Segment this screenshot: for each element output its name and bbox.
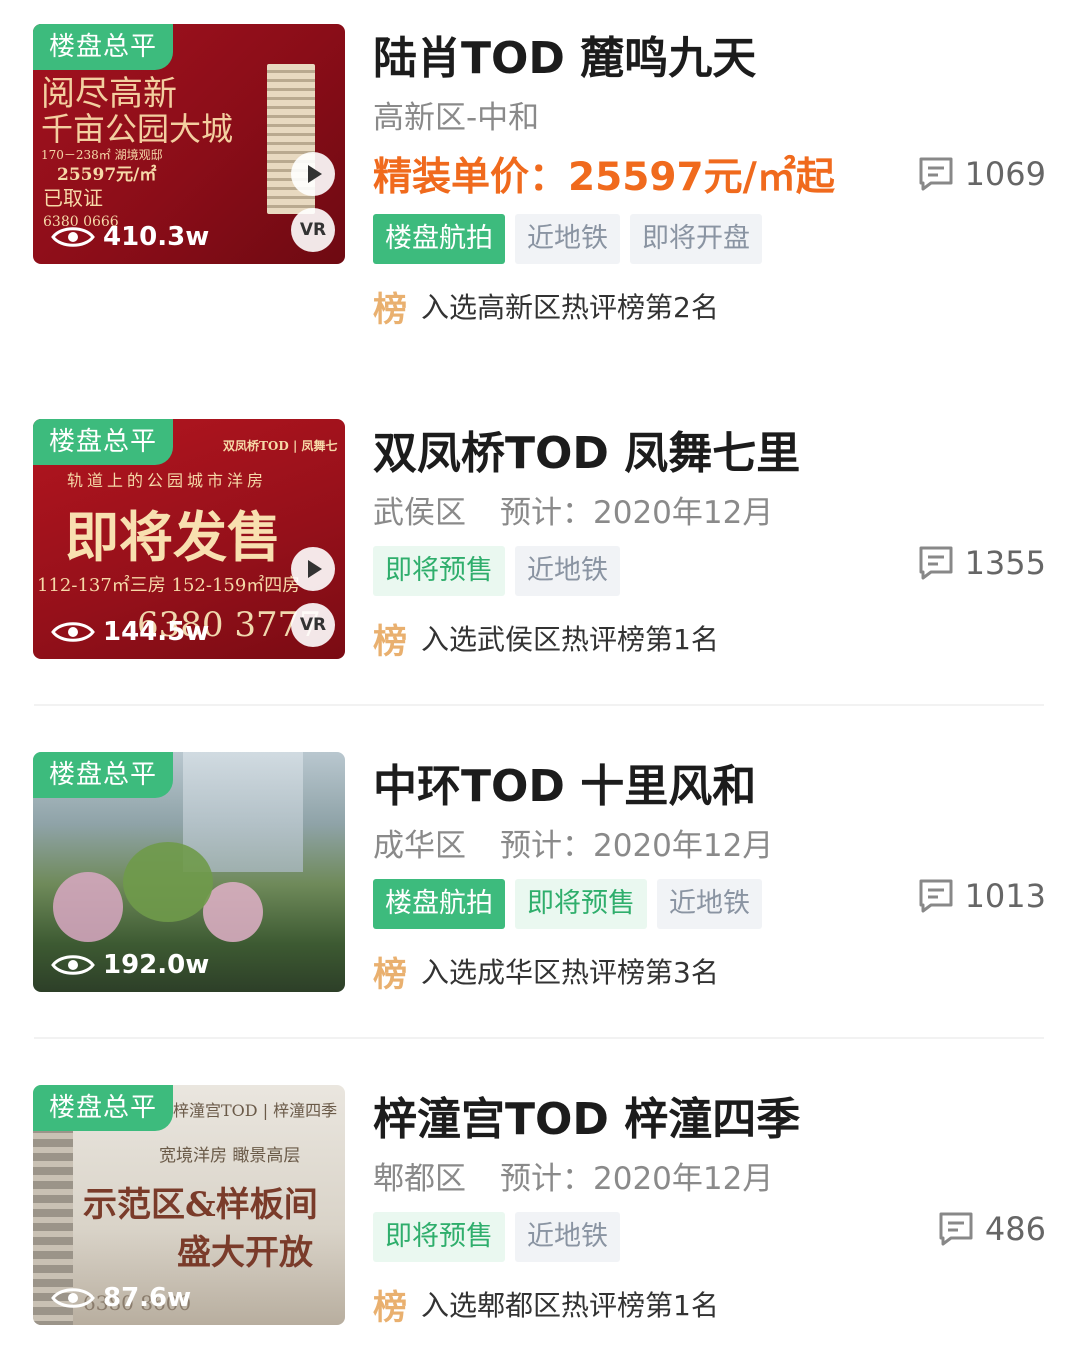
poster-text: 千亩公园大城 <box>41 110 234 148</box>
vr-icon[interactable]: VR <box>291 208 335 252</box>
eye-icon <box>51 619 95 645</box>
poster-text: 宽境洋房 瞰景高层 <box>159 1146 301 1166</box>
district-text: 武侯区 <box>373 495 466 531</box>
comment-icon <box>917 544 955 582</box>
poster-text: 轨道上的公园城市洋房 <box>67 471 268 490</box>
tag[interactable]: 即将开盘 <box>630 214 762 264</box>
district-text: 郫都区 <box>373 1161 466 1197</box>
view-count-value: 144.5w <box>103 617 210 647</box>
ranking-icon: 榜 <box>373 289 407 330</box>
listing-title[interactable]: 中环TOD 十里风和 <box>373 750 756 814</box>
view-count-value: 87.6w <box>103 1283 192 1313</box>
poster-text: 112-137㎡三房 152-159㎡四房 <box>37 575 301 596</box>
comment-count-value: 1013 <box>964 877 1046 915</box>
tag-list: 楼盘航拍 即将预售 近地铁 <box>373 879 772 929</box>
tag[interactable]: 楼盘航拍 <box>373 879 505 929</box>
vr-icon[interactable]: VR <box>291 603 335 647</box>
eye-icon <box>51 1285 95 1311</box>
play-icon[interactable] <box>291 547 335 591</box>
listing-badge: 楼盘总平 <box>33 1085 173 1131</box>
poster-text: 梓潼宫TOD | 梓潼四季 <box>173 1101 338 1120</box>
district-text: 高新区-中和 <box>373 100 540 136</box>
ranking-icon: 榜 <box>373 954 407 995</box>
view-count: 410.3w <box>51 222 209 252</box>
comment-count-value: 1355 <box>964 544 1046 582</box>
tag[interactable]: 近地铁 <box>515 546 620 596</box>
listing-district: 武侯区 预计：2020年12月 <box>373 487 773 532</box>
estimate-text: 预计：2020年12月 <box>500 495 774 531</box>
eye-icon <box>51 224 95 250</box>
district-text: 成华区 <box>373 828 466 864</box>
tag[interactable]: 即将预售 <box>373 1212 505 1262</box>
poster-text: 示范区&样板间 <box>83 1185 318 1225</box>
tag[interactable]: 即将预售 <box>515 879 647 929</box>
listing-card[interactable]: 梓潼宫TOD | 梓潼四季 宽境洋房 瞰景高层 示范区&样板间 盛大开放 638… <box>0 1061 1080 1356</box>
ranking-icon: 榜 <box>373 1287 407 1328</box>
tag[interactable]: 近地铁 <box>515 214 620 264</box>
ranking-row[interactable]: 榜 入选成华区热评榜第3名 <box>373 951 719 995</box>
listing-badge: 楼盘总平 <box>33 752 173 798</box>
comment-count-value: 1069 <box>964 155 1046 193</box>
comment-count[interactable]: 486 <box>937 1209 1046 1249</box>
listing-thumbnail[interactable]: 楼盘总平 192.0w <box>33 752 345 992</box>
tag[interactable]: 近地铁 <box>657 879 762 929</box>
listing-title[interactable]: 双凤桥TOD 凤舞七里 <box>373 417 800 481</box>
estimate-text: 预计：2020年12月 <box>500 1161 774 1197</box>
comment-count[interactable]: 1355 <box>917 543 1046 583</box>
tree-graphic <box>203 882 263 942</box>
comment-icon <box>937 1210 975 1248</box>
poster-text: 已取证 <box>43 186 103 210</box>
ranking-row[interactable]: 榜 入选郫都区热评榜第1名 <box>373 1284 719 1328</box>
ranking-text: 入选武侯区热评榜第1名 <box>421 623 719 656</box>
play-icon[interactable] <box>291 152 335 196</box>
ranking-icon: 榜 <box>373 621 407 662</box>
tag[interactable]: 即将预售 <box>373 546 505 596</box>
view-count: 87.6w <box>51 1283 191 1313</box>
divider <box>34 1037 1044 1039</box>
listing-title[interactable]: 陆肖TOD 麓鸣九天 <box>373 22 756 86</box>
comment-icon <box>917 155 955 193</box>
listing-district: 郫都区 预计：2020年12月 <box>373 1153 773 1198</box>
listing-price: 精装单价：25597元/㎡起 <box>373 155 835 200</box>
poster-text: 盛大开放 <box>177 1233 313 1273</box>
listing-thumbnail[interactable]: 梓潼宫TOD | 梓潼四季 宽境洋房 瞰景高层 示范区&样板间 盛大开放 638… <box>33 1085 345 1325</box>
view-count-value: 410.3w <box>103 222 210 252</box>
view-count: 192.0w <box>51 950 209 980</box>
comment-count[interactable]: 1013 <box>917 876 1046 916</box>
comment-count-value: 486 <box>984 1210 1046 1248</box>
ranking-row[interactable]: 榜 入选武侯区热评榜第1名 <box>373 618 719 662</box>
tag-list: 楼盘航拍 近地铁 即将开盘 <box>373 214 772 264</box>
tag-list: 即将预售 近地铁 <box>373 546 630 596</box>
view-count-value: 192.0w <box>103 950 210 980</box>
estimate-text: 预计：2020年12月 <box>500 828 774 864</box>
listing-title[interactable]: 梓潼宫TOD 梓潼四季 <box>373 1083 800 1147</box>
tag[interactable]: 楼盘航拍 <box>373 214 505 264</box>
poster-text: 双凤桥TOD | 凤舞七 <box>223 439 338 453</box>
listing-badge: 楼盘总平 <box>33 24 173 70</box>
tag[interactable]: 近地铁 <box>515 1212 620 1262</box>
tree-graphic <box>53 872 123 942</box>
tag-list: 即将预售 近地铁 <box>373 1212 630 1262</box>
ranking-row[interactable]: 榜 入选高新区热评榜第2名 <box>373 286 719 330</box>
listing-card[interactable]: 楼盘总平 192.0w 中环TOD 十里风和 成华区 预计：2020年12月 10… <box>0 728 1080 1048</box>
listing-thumbnail[interactable]: 双凤桥TOD | 凤舞七 轨道上的公园城市洋房 即将发售 112-137㎡三房 … <box>33 419 345 659</box>
comment-count[interactable]: 1069 <box>917 154 1046 194</box>
view-count: 144.5w <box>51 617 209 647</box>
listing-badge: 楼盘总平 <box>33 419 173 465</box>
comment-icon <box>917 877 955 915</box>
listing-thumbnail[interactable]: 阅尽高新 千亩公园大城 170－238㎡ 湖境观邸 25597元/㎡ 已取证 6… <box>33 24 345 264</box>
listing-district: 高新区-中和 <box>373 92 539 137</box>
ranking-text: 入选成华区热评榜第3名 <box>421 956 719 989</box>
eye-icon <box>51 952 95 978</box>
listing-district: 成华区 预计：2020年12月 <box>373 820 773 865</box>
listing-card[interactable]: 双凤桥TOD | 凤舞七 轨道上的公园城市洋房 即将发售 112-137㎡三房 … <box>0 395 1080 715</box>
tree-graphic <box>123 842 213 922</box>
ranking-text: 入选郫都区热评榜第1名 <box>421 1289 719 1322</box>
listing-card[interactable]: 阅尽高新 千亩公园大城 170－238㎡ 湖境观邸 25597元/㎡ 已取证 6… <box>0 0 1080 330</box>
poster-text: 即将发售 <box>65 505 281 569</box>
divider <box>34 704 1044 706</box>
ranking-text: 入选高新区热评榜第2名 <box>421 291 719 324</box>
